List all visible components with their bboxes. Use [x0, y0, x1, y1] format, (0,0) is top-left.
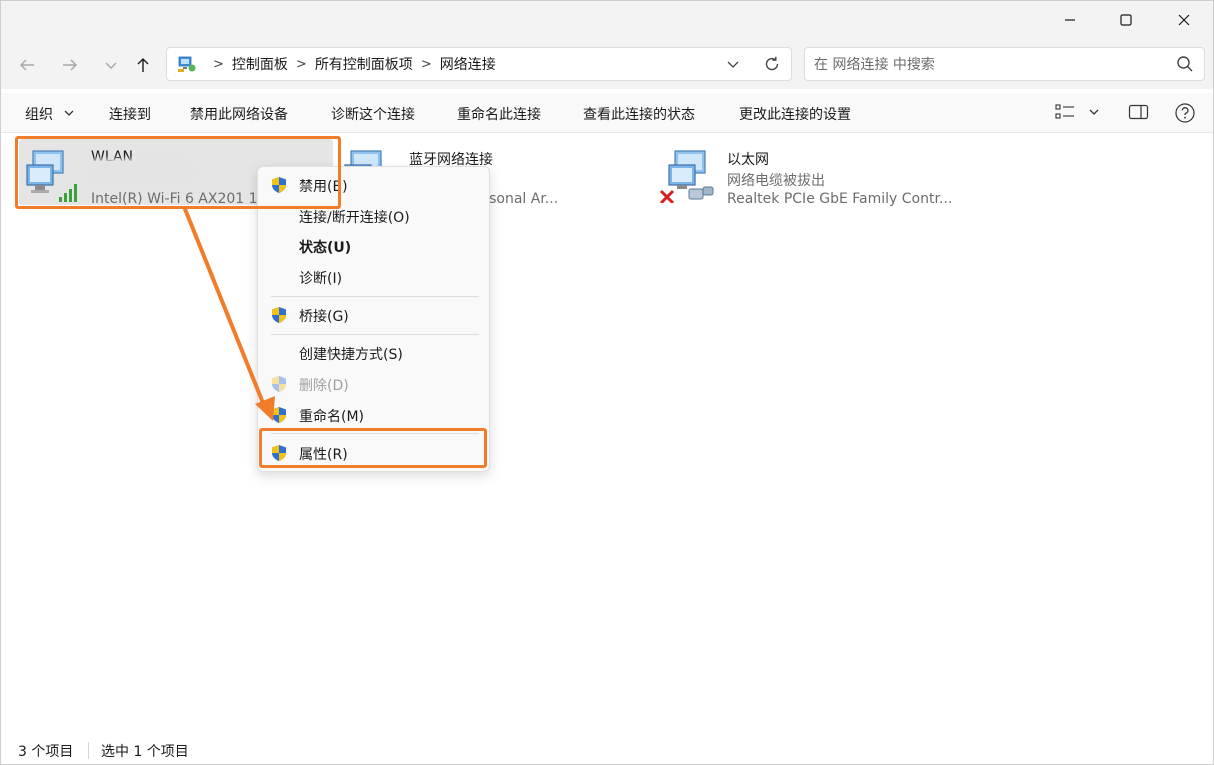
arrow-right-icon	[63, 59, 77, 71]
title-bar	[1, 1, 1213, 39]
address-dropdown-button[interactable]	[725, 56, 741, 76]
breadcrumb-network-connections[interactable]: 网络连接	[440, 54, 496, 74]
maximize-button[interactable]	[1097, 1, 1155, 39]
menu-item-bridge[interactable]: 桥接(G)	[258, 300, 489, 330]
context-menu: 禁用(B) 连接/断开连接(O) 状态(U) 诊断(I) 桥接(G) 创建快捷方…	[257, 166, 490, 472]
preview-pane-button[interactable]	[1128, 102, 1150, 126]
connection-name: 以太网	[727, 152, 769, 168]
search-placeholder[interactable]: 在 网络连接 中搜索	[814, 54, 935, 74]
uac-shield-icon	[272, 407, 286, 423]
menu-item-label: 删除(D)	[299, 378, 349, 394]
explorer-window: > 控制面板 > 所有控制面板项 > 网络连接 在 网络连接 中搜索 组织 连接…	[0, 0, 1214, 765]
menu-separator	[271, 334, 479, 335]
chevron-down-icon	[105, 62, 117, 69]
connection-item-ethernet[interactable]: 以太网 网络电缆被拔出 Realtek PCIe GbE Family Cont…	[651, 137, 981, 207]
properties-highlight-box	[259, 428, 487, 468]
breadcrumb-separator: >	[295, 56, 307, 72]
minimize-button[interactable]	[1041, 1, 1099, 39]
menu-item-label: 状态(U)	[299, 240, 352, 256]
view-status-button[interactable]: 查看此连接的状态	[583, 104, 695, 124]
navigation-bar: > 控制面板 > 所有控制面板项 > 网络连接 在 网络连接 中搜索	[1, 39, 1213, 89]
arrow-up-icon	[137, 58, 149, 72]
menu-item-create-shortcut[interactable]: 创建快捷方式(S)	[258, 338, 489, 368]
connection-device: Realtek PCIe GbE Family Contr...	[727, 191, 953, 207]
menu-item-label: 连接/断开连接(O)	[299, 210, 410, 226]
control-panel-icon	[178, 56, 196, 72]
refresh-icon	[765, 56, 779, 71]
menu-separator	[271, 296, 479, 297]
refresh-button[interactable]	[763, 55, 781, 77]
menu-item-label: 重命名(M)	[299, 409, 365, 425]
address-bar[interactable]: > 控制面板 > 所有控制面板项 > 网络连接	[166, 47, 792, 81]
organize-menu[interactable]: 组织	[25, 104, 75, 124]
help-icon	[1175, 103, 1195, 123]
status-divider	[88, 742, 89, 759]
selected-count: 选中 1 个项目	[101, 744, 189, 760]
back-button[interactable]	[11, 49, 43, 81]
menu-item-delete: 删除(D)	[258, 369, 489, 399]
minimize-icon	[1065, 19, 1075, 21]
arrow-left-icon	[20, 59, 34, 71]
wlan-highlight-box	[15, 136, 341, 209]
breadcrumb-all-items[interactable]: 所有控制面板项	[315, 54, 413, 74]
help-button[interactable]	[1174, 102, 1196, 128]
organize-label: 组织	[25, 107, 53, 123]
breadcrumb-separator: >	[420, 56, 432, 72]
ethernet-adapter-icon	[659, 150, 714, 203]
search-icon[interactable]	[1176, 55, 1194, 77]
breadcrumb-separator: >	[213, 56, 224, 72]
menu-item-rename[interactable]: 重命名(M)	[258, 400, 489, 430]
uac-shield-icon	[272, 376, 286, 392]
menu-item-label: 诊断(I)	[299, 271, 343, 287]
up-button[interactable]	[127, 49, 159, 81]
close-icon	[1178, 14, 1190, 26]
search-box[interactable]: 在 网络连接 中搜索	[804, 47, 1205, 81]
rename-button[interactable]: 重命名此连接	[457, 104, 541, 124]
diagnose-button[interactable]: 诊断这个连接	[331, 104, 415, 124]
view-options-icon	[1055, 104, 1099, 119]
item-count: 3 个项目	[18, 744, 74, 760]
close-button[interactable]	[1155, 1, 1213, 39]
recent-locations-button[interactable]	[95, 49, 127, 81]
forward-button[interactable]	[54, 49, 86, 81]
uac-shield-icon	[272, 307, 286, 323]
connect-to-button[interactable]: 连接到	[109, 104, 151, 124]
menu-item-diagnose[interactable]: 诊断(I)	[258, 262, 489, 292]
connections-list	[1, 133, 1213, 733]
command-bar: 组织 连接到 禁用此网络设备 诊断这个连接 重命名此连接 查看此连接的状态 更改…	[1, 93, 1213, 133]
status-bar: 3 个项目 选中 1 个项目	[1, 733, 1213, 764]
change-settings-button[interactable]: 更改此连接的设置	[739, 104, 851, 124]
chevron-down-icon	[727, 61, 739, 68]
chevron-down-icon	[64, 110, 74, 116]
connection-status: 网络电缆被拔出	[727, 173, 825, 189]
preview-pane-icon	[1128, 104, 1149, 120]
menu-item-label: 桥接(G)	[299, 309, 349, 325]
maximize-icon	[1120, 14, 1132, 26]
view-options-button[interactable]	[1055, 102, 1103, 126]
breadcrumb-control-panel[interactable]: 控制面板	[232, 54, 288, 74]
menu-item-label: 创建快捷方式(S)	[299, 347, 403, 363]
disable-device-button[interactable]: 禁用此网络设备	[190, 104, 288, 124]
menu-item-status[interactable]: 状态(U)	[258, 231, 489, 261]
